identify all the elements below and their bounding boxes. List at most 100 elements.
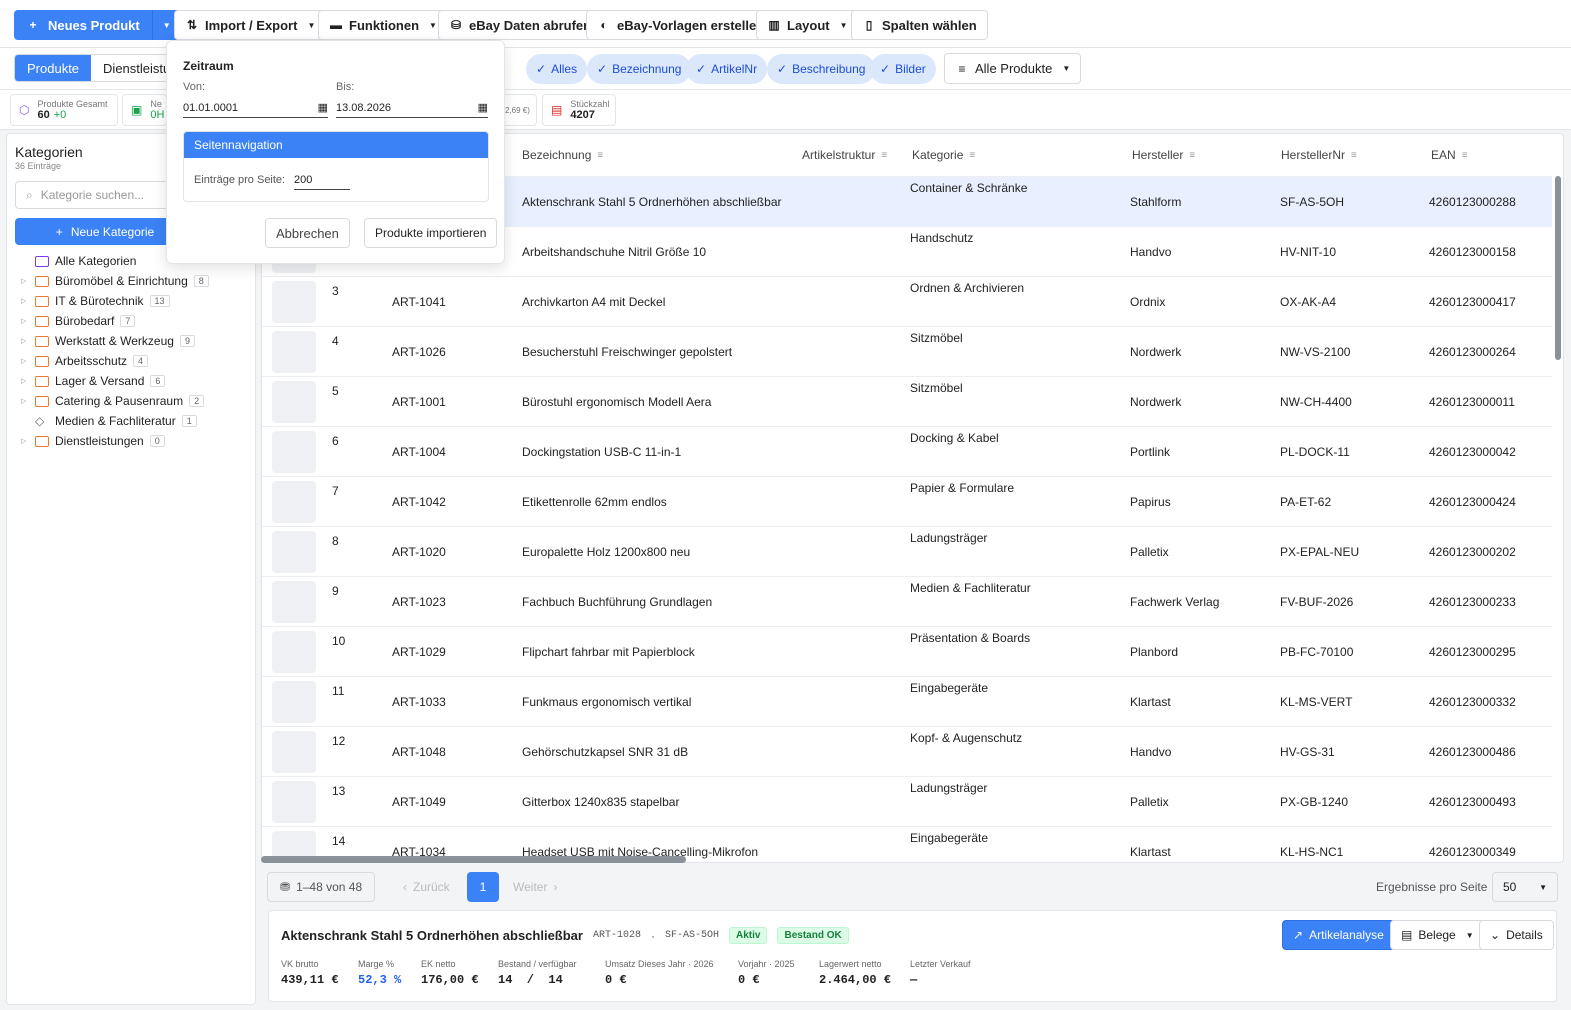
col-header-manufacturer[interactable]: Hersteller ≡: [1132, 148, 1195, 162]
table-row[interactable]: 6 ART-1004 Dockingstation USB-C 11-in-1 Doc…: [262, 426, 1552, 476]
expand-icon[interactable]: ▷: [21, 317, 29, 325]
filter-chip-artno[interactable]: ✓ ArtikelNr: [686, 54, 768, 84]
cell-n: 7: [332, 484, 339, 498]
ebay-templates-button[interactable]: ◐ eBay-Vorlagen erstellen: [586, 10, 776, 40]
cell-n: 14: [332, 834, 346, 848]
caret-down-icon: ▼: [307, 20, 316, 30]
import-export-button[interactable]: ⇅ Import / Export ▼: [174, 10, 327, 40]
product-image-placeholder: [272, 281, 316, 323]
sidebar-title: Kategorien: [15, 144, 83, 160]
cell-mno: FV-BUF-2026: [1280, 595, 1354, 609]
tree-item[interactable]: ▷ Büromöbel & Einrichtung 8: [21, 271, 209, 291]
article-analysis-button[interactable]: ↗ Artikelanalyse: [1282, 920, 1395, 950]
pager-next-button[interactable]: Weiter ›: [507, 872, 563, 902]
col-header-category[interactable]: Kategorie ≡: [912, 148, 975, 162]
tree-item[interactable]: ▷ Catering & Pausenraum 2: [21, 391, 209, 411]
metric-stock-value: Lagerwert netto 2.464,00 €: [819, 959, 892, 987]
view-filter-dropdown[interactable]: ≡ Alle Produkte ▼: [944, 53, 1082, 84]
import-products-button[interactable]: Produkte importieren: [364, 218, 498, 248]
filter-chip-name[interactable]: ✓ Bezeichnung: [587, 54, 692, 84]
filter-icon[interactable]: ≡: [1189, 150, 1195, 161]
cell-n: 6: [332, 434, 339, 448]
cell-ean: 4260123000264: [1429, 345, 1516, 359]
metric-last-sale: Letzter Verkauf —: [910, 959, 971, 987]
folder-icon: [35, 375, 49, 387]
col-header-name[interactable]: Bezeichnung ≡: [522, 148, 603, 162]
tree-item[interactable]: ▷ IT & Bürotechnik 13: [21, 291, 209, 311]
table-row[interactable]: 3 ART-1041 Archivkarton A4 mit Deckel Ordne…: [262, 276, 1552, 326]
expand-icon[interactable]: ▷: [21, 337, 29, 345]
new-product-button[interactable]: + Neues Produkt: [14, 10, 153, 40]
filter-icon[interactable]: ≡: [1462, 150, 1468, 161]
expand-icon[interactable]: ▷: [21, 377, 29, 385]
caret-down-icon: ▼: [1539, 882, 1547, 892]
layout-button[interactable]: ▥ Layout ▼: [756, 10, 859, 40]
filter-icon[interactable]: ≡: [1351, 150, 1357, 161]
page-nav-panel: Seitennavigation Einträge pro Seite: 200: [183, 131, 489, 202]
expand-icon[interactable]: ▷: [21, 397, 29, 405]
product-image-placeholder: [272, 331, 316, 373]
cell-n: 11: [332, 684, 345, 698]
table-row[interactable]: 13 ART-1049 Gitterbox 1240x835 stapelbar La…: [262, 776, 1552, 826]
cell-n: 9: [332, 584, 339, 598]
pager-back-button[interactable]: ‹ Zurück: [397, 872, 456, 902]
cancel-button[interactable]: Abbrechen: [265, 218, 350, 248]
new-product-split-button[interactable]: + Neues Produkt ▼: [14, 10, 181, 40]
filter-icon[interactable]: ≡: [969, 150, 975, 161]
tree-item[interactable]: ▷ Lager & Versand 6: [21, 371, 209, 391]
calendar-icon[interactable]: ▦: [478, 101, 488, 114]
ebay-fetch-button[interactable]: ⛁ eBay Daten abrufen: [438, 10, 603, 40]
product-image-placeholder: [272, 531, 316, 573]
filter-icon[interactable]: ≡: [881, 150, 887, 161]
cell-art: ART-1020: [392, 545, 446, 559]
table-row[interactable]: 5 ART-1001 Bürostuhl ergonomisch Modell Ae…: [262, 376, 1552, 426]
cell-ean: 4260123000158: [1429, 245, 1516, 259]
documents-button[interactable]: ▤ Belege ▼: [1390, 920, 1485, 950]
tree-item[interactable]: ▷ Bürobedarf 7: [21, 311, 209, 331]
to-date-field[interactable]: 13.08.2026 ▦: [336, 98, 488, 118]
col-header-manufacturer-no[interactable]: HerstellerNr ≡: [1281, 148, 1357, 162]
col-header-structure[interactable]: Artikelstruktur ≡: [802, 148, 887, 162]
folder-icon: [35, 435, 49, 447]
expand-icon[interactable]: ▷: [21, 357, 29, 365]
tree-item[interactable]: ▷ Arbeitsschutz 4: [21, 351, 209, 371]
table-row[interactable]: 11 ART-1033 Funkmaus ergonomisch vertikal E…: [262, 676, 1552, 726]
table-row[interactable]: 8 ART-1020 Europalette Holz 1200x800 neu La…: [262, 526, 1552, 576]
details-button[interactable]: ⌄ Details: [1479, 920, 1554, 950]
table-row[interactable]: 7 ART-1042 Etikettenrolle 62mm endlos Papie…: [262, 476, 1552, 526]
pager-page-1[interactable]: 1: [467, 872, 499, 902]
tab-products[interactable]: Produkte: [15, 55, 92, 81]
check-icon: ✓: [536, 62, 547, 76]
tree-item[interactable]: ▷ Werkstatt & Werkzeug 9: [21, 331, 209, 351]
filter-chip-all[interactable]: ✓ Alles: [526, 54, 588, 84]
filter-icon[interactable]: ≡: [597, 150, 603, 161]
expand-icon[interactable]: ▷: [21, 297, 29, 305]
horizontal-scrollbar[interactable]: [261, 856, 686, 863]
cell-name: Aktenschrank Stahl 5 Ordnerhöhen abschli…: [522, 195, 782, 209]
tree-item[interactable]: ◇ Medien & Fachliteratur 1: [21, 411, 209, 431]
vertical-scrollbar[interactable]: [1555, 176, 1561, 360]
choose-columns-button[interactable]: ▯ Spalten wählen: [851, 10, 988, 40]
tree-item[interactable]: ▷ Dienstleistungen 0: [21, 431, 209, 451]
table-row[interactable]: 9 ART-1023 Fachbuch Buchführung Grundlagen…: [262, 576, 1552, 626]
calendar-icon[interactable]: ▦: [318, 101, 328, 114]
table-row[interactable]: 4 ART-1026 Besucherstuhl Freischwinger gep…: [262, 326, 1552, 376]
expand-icon[interactable]: ▷: [21, 277, 29, 285]
from-date-field[interactable]: 01.01.0001 ▦: [183, 98, 328, 118]
table-row[interactable]: 10 ART-1029 Flipchart fahrbar mit Papierbl…: [262, 626, 1552, 676]
cell-name: Europalette Holz 1200x800 neu: [522, 545, 691, 559]
cell-art: ART-1041: [392, 295, 446, 309]
functions-button[interactable]: ▬ Funktionen ▼: [318, 10, 448, 40]
per-page-select[interactable]: 50 ▼: [1492, 872, 1558, 902]
col-header-ean[interactable]: EAN ≡: [1431, 148, 1468, 162]
product-image-placeholder: [272, 381, 316, 423]
entries-per-page-input[interactable]: 200: [294, 170, 350, 190]
filter-chip-images[interactable]: ✓ Bilder: [870, 54, 936, 84]
cell-n: 8: [332, 534, 339, 548]
table-row[interactable]: 12 ART-1048 Gehörschutzkapsel SNR 31 dB Kop…: [262, 726, 1552, 776]
filter-chip-description[interactable]: ✓ Beschreibung: [767, 54, 876, 84]
cell-mfr: Palletix: [1130, 795, 1169, 809]
status-badge-stock: Bestand OK: [777, 927, 849, 944]
cell-ean: 4260123000417: [1429, 295, 1516, 309]
expand-icon[interactable]: ▷: [21, 437, 29, 445]
